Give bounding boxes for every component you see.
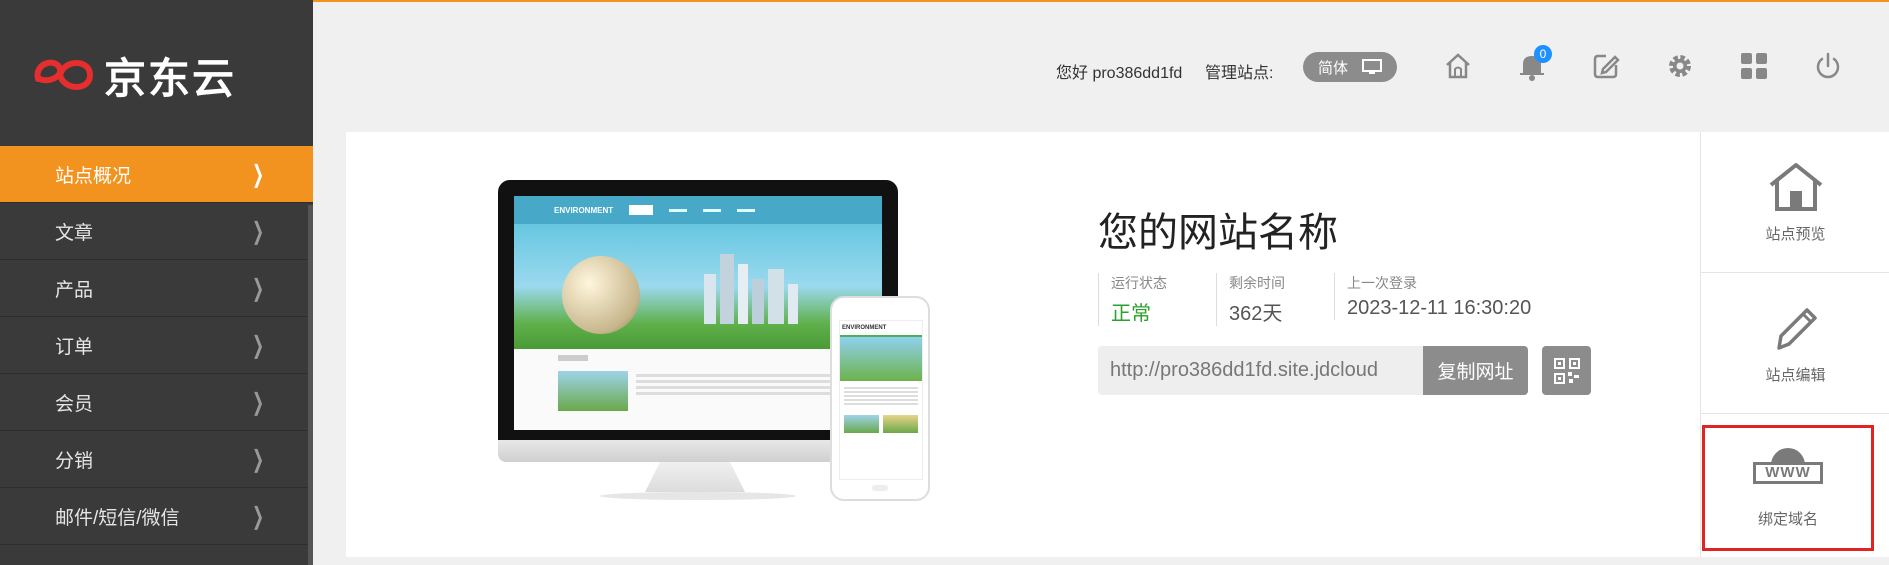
remaining-label: 剩余时间 (1229, 275, 1285, 291)
last-login-stat: 上一次登录 2023-12-11 16:30:20 (1334, 273, 1531, 320)
phone-banner (840, 337, 922, 381)
pencil-icon (1776, 307, 1817, 350)
sidebar-nav: 站点概况 ❯ 文章 ❯ 产品 ❯ 订单 ❯ 会员 ❯ 分销 ❯ 邮件/短信/微信… (0, 146, 313, 545)
sidebar-item-label: 文章 (55, 222, 94, 244)
logo-text: 京东云 (104, 54, 237, 102)
mockup-content (514, 349, 882, 417)
grid-icon[interactable] (1737, 49, 1771, 83)
mockup-brand: ENVIRONMENT (554, 205, 614, 215)
house-icon (1769, 162, 1822, 211)
sidebar-item-label: 产品 (55, 279, 94, 301)
phone-mockup: ENVIRONMENT (830, 296, 930, 501)
remaining-stat: 剩余时间 362天 (1216, 273, 1285, 326)
sidebar-item-members[interactable]: 会员 ❯ (0, 374, 313, 431)
sidebar: 京东云 站点概况 ❯ 文章 ❯ 产品 ❯ 订单 ❯ 会员 ❯ 分销 ❯ 邮件/短… (0, 0, 313, 565)
quick-actions-panel: 站点预览 站点编辑 WWW 绑定域名 (1700, 132, 1889, 557)
site-url-field[interactable]: http://pro386dd1fd.site.jdcloud (1098, 346, 1423, 395)
qr-code-icon (1553, 357, 1580, 384)
last-login-label: 上一次登录 (1347, 275, 1417, 291)
chevron-right-icon: ❯ (251, 217, 264, 245)
chevron-right-icon: ❯ (251, 160, 264, 188)
copy-url-button[interactable]: 复制网址 (1423, 346, 1528, 395)
manage-site-label: 管理站点: (1205, 65, 1274, 82)
site-preview-label: 站点预览 (1765, 225, 1826, 243)
sidebar-item-distribution[interactable]: 分销 ❯ (0, 431, 313, 488)
desktop-screen: ENVIRONMENT (514, 196, 882, 430)
phone-header: ENVIRONMENT (840, 321, 922, 337)
logo[interactable]: 京东云 (30, 50, 236, 102)
top-header: 您好 pro386dd1fd 管理站点: 简体 0 (313, 2, 1889, 130)
power-icon[interactable] (1811, 49, 1845, 83)
www-icon-text: WWW (1753, 461, 1823, 484)
site-title: 您的网站名称 (1098, 211, 1338, 255)
last-login-value: 2023-12-11 16:30:20 (1347, 297, 1532, 319)
sidebar-item-label: 订单 (55, 336, 94, 358)
sidebar-item-articles[interactable]: 文章 ❯ (0, 203, 313, 260)
status-stat: 运行状态 正常 (1098, 273, 1167, 326)
sidebar-item-label: 分销 (55, 450, 94, 472)
status-label: 运行状态 (1111, 275, 1167, 291)
sidebar-item-messaging[interactable]: 邮件/短信/微信 ❯ (0, 488, 313, 545)
monitor-stand (645, 462, 745, 492)
chevron-right-icon: ❯ (251, 388, 264, 416)
edit-icon[interactable] (1589, 49, 1623, 83)
phone-content (840, 381, 922, 437)
bind-domain-label: 绑定域名 (1757, 510, 1818, 528)
notification-bell-icon[interactable]: 0 (1515, 45, 1552, 83)
phone-screen: ENVIRONMENT (839, 320, 923, 480)
www-icon: WWW (1753, 447, 1823, 498)
chevron-right-icon: ❯ (251, 445, 264, 473)
home-icon[interactable] (1441, 49, 1475, 83)
jdcloud-logo-icon (34, 59, 94, 90)
language-switch-button[interactable]: 简体 (1303, 52, 1397, 82)
qr-code-button[interactable] (1542, 346, 1591, 395)
gear-icon[interactable] (1663, 49, 1697, 83)
bind-domain-button[interactable]: WWW 绑定域名 (1702, 425, 1874, 551)
chevron-right-icon: ❯ (251, 331, 264, 359)
sidebar-item-products[interactable]: 产品 ❯ (0, 260, 313, 317)
phone-brand: ENVIRONMENT (842, 325, 887, 331)
sidebar-item-overview[interactable]: 站点概况 ❯ (0, 146, 313, 203)
sidebar-scrollbar[interactable] (308, 205, 313, 565)
mockup-banner (514, 224, 882, 349)
monitor-icon (1362, 59, 1382, 74)
site-edit-label: 站点编辑 (1765, 366, 1826, 384)
monitor-stand-foot (600, 492, 796, 500)
site-edit-button[interactable]: 站点编辑 (1701, 273, 1889, 414)
remaining-value: 362天 (1229, 303, 1283, 325)
sidebar-item-label: 会员 (55, 393, 94, 415)
notification-badge: 0 (1534, 45, 1552, 63)
sidebar-item-label: 邮件/短信/微信 (55, 507, 180, 529)
city-buildings-image (704, 254, 798, 324)
status-value: 正常 (1111, 303, 1151, 325)
sidebar-item-label: 站点概况 (55, 165, 132, 187)
mockup-header: ENVIRONMENT (514, 196, 882, 224)
language-label: 简体 (1317, 59, 1348, 77)
sidebar-item-orders[interactable]: 订单 ❯ (0, 317, 313, 374)
user-greeting: 您好 pro386dd1fd (1056, 65, 1183, 82)
chevron-right-icon: ❯ (251, 274, 264, 302)
phone-home-button (872, 485, 888, 491)
chevron-right-icon: ❯ (251, 502, 264, 530)
globe-image (562, 256, 640, 334)
site-preview-button[interactable]: 站点预览 (1701, 132, 1889, 273)
